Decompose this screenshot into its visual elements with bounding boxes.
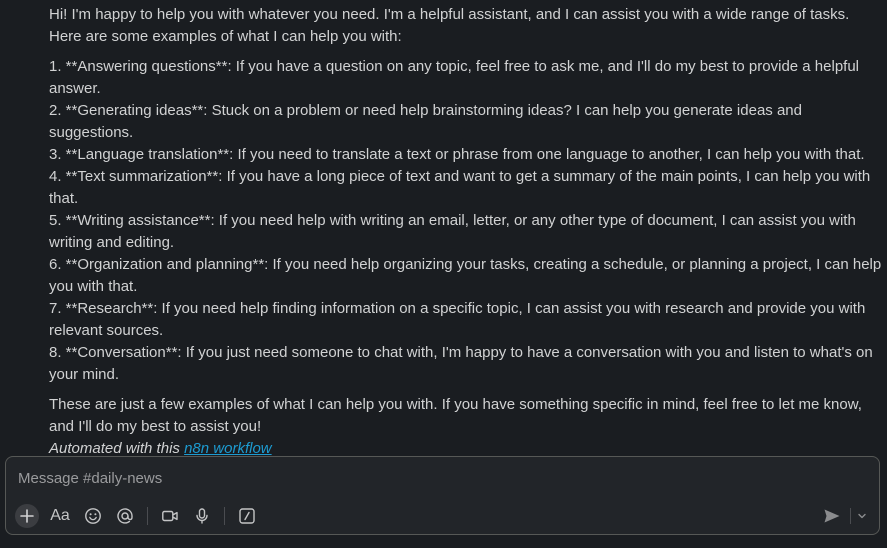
footer-prefix: Automated with this xyxy=(49,440,185,457)
list-item: 4. **Text summarization**: If you have a… xyxy=(49,168,871,207)
message-intro: Hi! I'm happy to help you with whatever … xyxy=(49,6,850,45)
list-item: 1. **Answering questions**: If you have … xyxy=(49,58,860,97)
list-item: 3. **Language translation**: If you need… xyxy=(49,146,865,163)
chevron-down-icon[interactable] xyxy=(855,504,869,528)
list-item: 2. **Generating ideas**: Stuck on a prob… xyxy=(49,102,802,141)
message-body: Hi! I'm happy to help you with whatever … xyxy=(49,4,883,460)
shortcuts-icon[interactable] xyxy=(235,504,259,528)
n8n-workflow-link[interactable]: n8n workflow xyxy=(184,440,272,457)
list-item: 5. **Writing assistance**: If you need h… xyxy=(49,212,856,251)
send-icon[interactable] xyxy=(818,504,846,528)
emoji-icon[interactable] xyxy=(81,504,105,528)
list-item: 6. **Organization and planning**: If you… xyxy=(49,256,882,295)
list-item: 8. **Conversation**: If you just need so… xyxy=(49,344,873,383)
plus-icon[interactable] xyxy=(15,504,39,528)
mention-icon[interactable] xyxy=(113,504,137,528)
toolbar-divider xyxy=(224,507,225,525)
composer-toolbar: Aa xyxy=(15,504,267,528)
microphone-icon[interactable] xyxy=(190,504,214,528)
capabilities-list: 1. **Answering questions**: If you have … xyxy=(49,56,883,386)
video-icon[interactable] xyxy=(158,504,182,528)
send-controls xyxy=(818,504,869,528)
message-composer: Aa xyxy=(5,456,880,535)
send-divider xyxy=(850,508,851,524)
toolbar-divider xyxy=(147,507,148,525)
message-input[interactable] xyxy=(18,467,858,489)
message-closing: These are just a few examples of what I … xyxy=(49,396,862,435)
formatting-icon[interactable]: Aa xyxy=(47,504,73,528)
list-item: 7. **Research**: If you need help findin… xyxy=(49,300,866,339)
